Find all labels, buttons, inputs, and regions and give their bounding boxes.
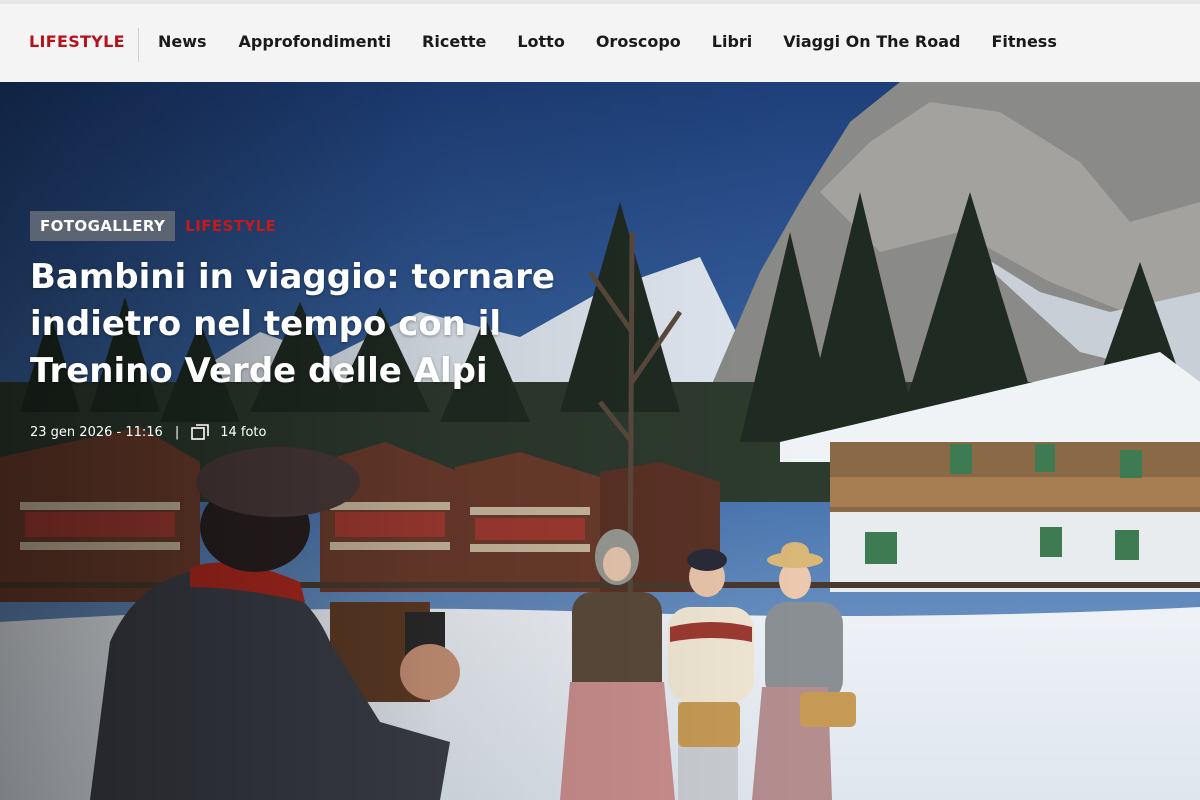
hero-image[interactable]: FOTOGALLERY LIFESTYLE Bambini in viaggio… [0,82,1200,800]
article-datetime: 23 gen 2026 - 11:16 [30,424,163,440]
tag-lifestyle[interactable]: LIFESTYLE [185,217,276,235]
photo-count[interactable]: 14 foto [220,425,266,440]
gallery-icon [191,424,210,440]
hero-photo-illustration [0,82,1200,800]
top-navigation: LIFESTYLE News Approfondimenti Ricette L… [0,0,1200,82]
article-meta: 23 gen 2026 - 11:16 | 14 foto [30,424,266,440]
meta-separator: | [174,424,180,440]
nav-item-fitness[interactable]: Fitness [991,32,1056,51]
nav-item-approfondimenti[interactable]: Approfondimenti [239,32,392,51]
nav-divider [138,28,139,62]
nav-menu: News Approfondimenti Ricette Lotto Orosc… [158,32,1057,51]
nav-item-ricette[interactable]: Ricette [422,32,486,51]
nav-item-libri[interactable]: Libri [712,32,753,51]
article-tags: FOTOGALLERY LIFESTYLE [30,211,276,241]
section-brand-link[interactable]: LIFESTYLE [29,32,125,51]
tag-fotogallery[interactable]: FOTOGALLERY [30,211,176,241]
nav-item-news[interactable]: News [158,32,207,51]
nav-item-viaggi-on-the-road[interactable]: Viaggi On The Road [783,32,960,51]
nav-item-lotto[interactable]: Lotto [517,32,564,51]
article-title[interactable]: Bambini in viaggio: tornare indietro nel… [30,254,590,395]
nav-item-oroscopo[interactable]: Oroscopo [596,32,681,51]
